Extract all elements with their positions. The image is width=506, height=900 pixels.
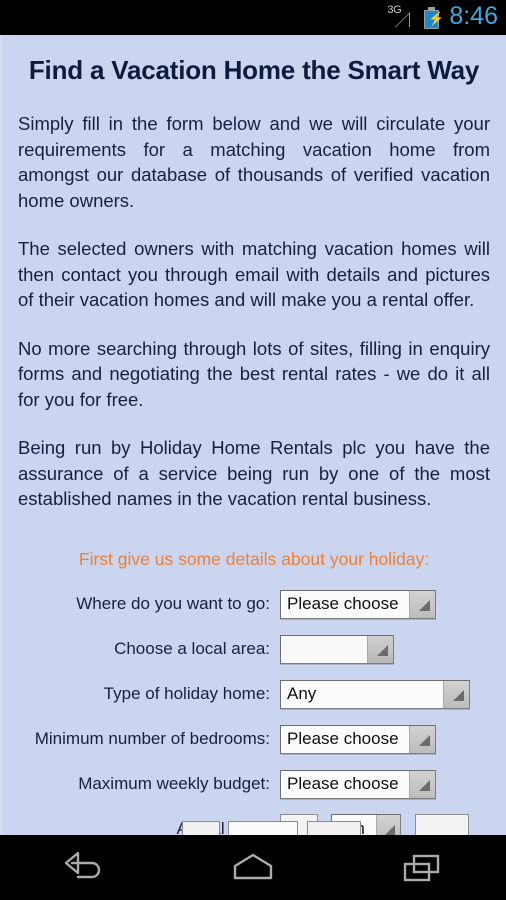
bedrooms-label: Minimum number of bedrooms: [34,729,270,748]
bedrooms-select-value: Please choose [281,725,409,753]
home-icon [228,850,278,886]
departure-year-input-clipped[interactable] [307,821,361,835]
signal-triangle-icon: 3G [387,4,417,29]
local-area-select-value [281,635,367,663]
recent-apps-button[interactable] [367,835,477,900]
browser-viewport[interactable]: Find a Vacation Home the Smart Way Simpl… [0,35,506,835]
status-bar-clock: 8:46 [449,2,498,30]
chevron-down-icon[interactable] [409,590,435,618]
budget-select[interactable]: Please choose [280,769,436,799]
form-row-budget: Maximum weekly budget: Please choose [18,762,490,807]
budget-label: Maximum weekly budget: [78,774,270,793]
home-type-label: Type of holiday home: [103,684,270,703]
destination-select-value: Please choose [281,590,409,618]
chevron-down-icon[interactable] [443,680,469,708]
intro-paragraph-4: Being run by Holiday Home Rentals plc yo… [18,437,490,509]
departure-day-input-clipped[interactable] [182,821,220,835]
departure-month-select-clipped[interactable] [228,821,298,835]
back-button[interactable] [29,835,139,900]
chevron-down-icon[interactable] [409,725,435,753]
charging-bolt-glyph: ⚡ [428,10,445,26]
battery-indicator: ⚡ [424,6,449,29]
back-icon [58,850,110,886]
local-area-select[interactable] [280,634,394,664]
web-page-content: Find a Vacation Home the Smart Way Simpl… [2,35,506,835]
bedrooms-select[interactable]: Please choose [280,724,436,754]
signal-indicator: 3G [387,4,424,29]
signal-bars-cutout [396,13,410,27]
intro-paragraph-3: No more searching through lots of sites,… [18,337,490,410]
chevron-down-icon[interactable] [367,635,393,663]
holiday-details-form: Where do you want to go: Please choose C… [18,582,490,835]
form-row-home-type: Type of holiday home: Any [18,672,490,717]
recent-apps-icon [397,850,447,886]
home-button[interactable] [198,835,308,900]
home-type-select-value: Any [281,680,443,708]
form-row-destination: Where do you want to go: Please choose [18,582,490,627]
android-navigation-bar [0,835,506,900]
page-title: Find a Vacation Home the Smart Way [28,55,480,85]
intro-paragraph-1: Simply fill in the form below and we wil… [18,113,490,211]
local-area-label: Choose a local area: [114,639,270,658]
intro-paragraph-2: The selected owners with matching vacati… [18,238,490,310]
clipped-departure-date-row [2,821,506,835]
home-type-select[interactable]: Any [280,679,470,709]
battery-charging-icon: ⚡ [424,6,445,29]
form-row-local-area: Choose a local area: [18,627,490,672]
destination-label: Where do you want to go: [76,594,270,613]
budget-select-value: Please choose [281,770,409,798]
android-device-screen: 3G ⚡ 8:46 Find a Vacation Home the Smart… [0,0,506,900]
chevron-down-icon[interactable] [409,770,435,798]
form-row-bedrooms: Minimum number of bedrooms: Please choos… [18,717,490,762]
form-section-heading: First give us some details about your ho… [78,548,430,569]
destination-select[interactable]: Please choose [280,589,436,619]
status-bar: 3G ⚡ 8:46 [0,0,506,35]
